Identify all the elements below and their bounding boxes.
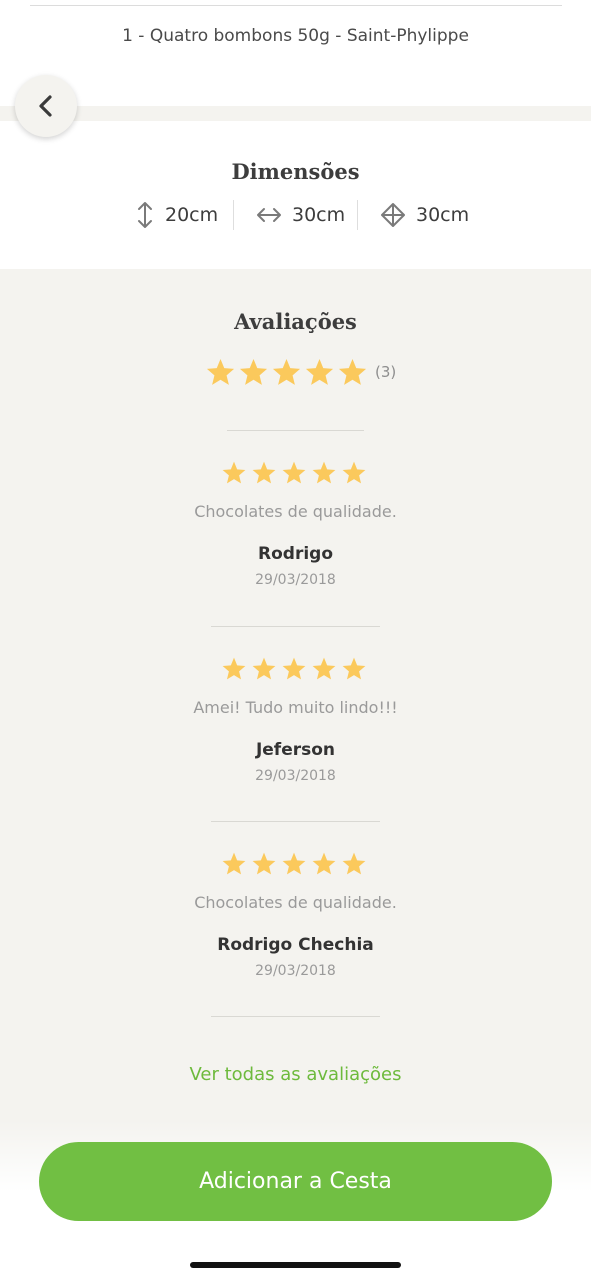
dimension-height: 20cm [135, 199, 218, 231]
star-icon [222, 461, 246, 484]
dimensions-section: Dimensões 20cm 30cm 30cm [0, 121, 591, 269]
dimension-depth: 30cm [380, 199, 469, 231]
review-text: Amei! Tudo muito lindo!!! [193, 698, 398, 717]
star-icon [252, 657, 276, 680]
star-icon [252, 852, 276, 875]
star-icon [282, 657, 306, 680]
star-icon [252, 461, 276, 484]
depth-diamond-icon [381, 203, 405, 227]
star-icon [342, 657, 366, 680]
star-icon [312, 852, 336, 875]
review-author: Rodrigo Chechia [217, 935, 374, 955]
star-icon [305, 358, 334, 385]
star-icon [312, 657, 336, 680]
star-icon [342, 852, 366, 875]
star-icon [312, 461, 336, 484]
average-rating: (3) [205, 355, 396, 389]
product-contents-section: 1 - Quatro bombons 50g - Saint-Phylippe [0, 0, 591, 106]
contents-item: 1 - Quatro bombons 50g - Saint-Phylippe [122, 26, 469, 46]
star-icon [342, 461, 366, 484]
review-author: Rodrigo [258, 544, 333, 564]
star-icon [206, 358, 235, 385]
dimension-separator [357, 200, 358, 230]
divider [211, 821, 380, 822]
star-icon [282, 852, 306, 875]
rating-stars [205, 357, 370, 388]
home-indicator[interactable] [190, 1262, 401, 1268]
reviews-title: Avaliações [234, 309, 357, 334]
dimension-separator [233, 200, 234, 230]
review-count: (3) [375, 363, 397, 381]
add-to-cart-button[interactable]: Adicionar a Cesta [39, 1142, 552, 1221]
star-icon [222, 657, 246, 680]
review-text: Chocolates de qualidade. [194, 502, 397, 521]
review-stars [221, 851, 371, 879]
divider [211, 1016, 380, 1017]
dimension-value: 30cm [416, 204, 470, 226]
chevron-left-icon [39, 95, 52, 117]
dimensions-row: 20cm 30cm 30cm [0, 199, 591, 231]
review-text: Chocolates de qualidade. [194, 893, 397, 912]
see-all-reviews-link[interactable]: Ver todas as avaliações [0, 1064, 591, 1085]
dimension-width: 30cm [256, 199, 345, 231]
divider [227, 430, 364, 431]
review-stars [221, 460, 371, 488]
vertical-arrow-icon [138, 202, 152, 228]
review-date: 29/03/2018 [255, 963, 336, 979]
review-author: Jeferson [255, 740, 336, 760]
divider [30, 5, 562, 6]
horizontal-arrow-icon [257, 208, 281, 222]
review-date: 29/03/2018 [255, 572, 336, 588]
dimension-value: 30cm [292, 204, 346, 226]
section-band [0, 106, 591, 121]
star-icon [222, 852, 246, 875]
star-icon [282, 461, 306, 484]
review-stars [221, 656, 371, 684]
review-date: 29/03/2018 [255, 768, 336, 784]
star-icon [338, 358, 367, 385]
back-button[interactable] [15, 75, 77, 137]
dimension-value: 20cm [165, 204, 219, 226]
dimensions-title: Dimensões [231, 159, 360, 184]
star-icon [239, 358, 268, 385]
star-icon [272, 358, 301, 385]
divider [211, 626, 380, 627]
